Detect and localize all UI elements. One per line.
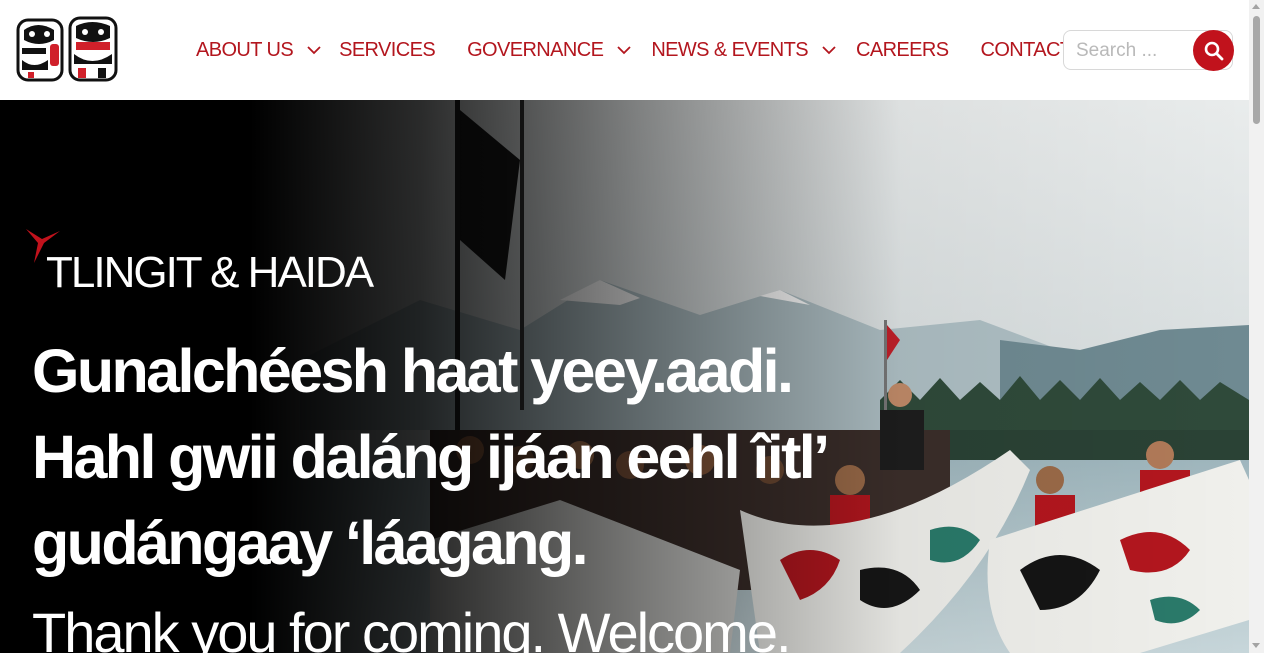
nav-item-news-events[interactable]: NEWS & EVENTS [651, 0, 836, 100]
nav-item-governance[interactable]: GOVERNANCE [467, 0, 631, 100]
scroll-down-arrow-icon[interactable] [1252, 643, 1260, 648]
nav-item-services[interactable]: SERVICES [339, 0, 436, 100]
main-nav: ABOUT US SERVICES GOVERNANCE NEWS & EVEN… [196, 0, 1073, 100]
nav-label: CAREERS [856, 38, 949, 61]
hero-brand-title: TLINGIT & HAIDA [46, 248, 374, 297]
nav-item-about-us[interactable]: ABOUT US [196, 0, 321, 100]
search-icon [1204, 41, 1223, 60]
tribal-logo[interactable] [16, 16, 118, 84]
search-box [1063, 30, 1234, 71]
nav-label: ABOUT US [196, 38, 294, 61]
search-input[interactable] [1076, 37, 1186, 65]
hero-headline-line: Hahl gwii daláng ijáan eehl îitl’ [32, 423, 830, 491]
hero-headline-line: gudángaay ‘láagang. [32, 509, 589, 577]
site-header: ABOUT US SERVICES GOVERNANCE NEWS & EVEN… [0, 0, 1249, 100]
search-button[interactable] [1193, 30, 1234, 71]
hero-banner: TLINGIT & HAIDA Gunalchéesh haat yeey.aa… [0, 100, 1249, 653]
nav-item-contact[interactable]: CONTACT [980, 0, 1073, 100]
chevron-down-icon[interactable] [822, 43, 836, 57]
scrollbar-thumb[interactable] [1253, 16, 1260, 124]
scroll-up-arrow-icon[interactable] [1252, 4, 1260, 9]
nav-item-careers[interactable]: CAREERS [856, 0, 949, 100]
hero-subheadline: Thank you for coming. Welcome. [32, 601, 792, 653]
hero-headline-line: Gunalchéesh haat yeey.aadi. [32, 337, 794, 405]
nav-label: SERVICES [339, 38, 436, 61]
nav-label: GOVERNANCE [467, 38, 604, 61]
nav-label: CONTACT [980, 38, 1073, 61]
hero-headline: Gunalchéesh haat yeey.aadi. Hahl gwii da… [32, 328, 932, 586]
chevron-down-icon[interactable] [307, 43, 321, 57]
chevron-down-icon[interactable] [617, 43, 631, 57]
nav-label: NEWS & EVENTS [651, 38, 808, 61]
page-scrollbar[interactable] [1249, 0, 1264, 653]
